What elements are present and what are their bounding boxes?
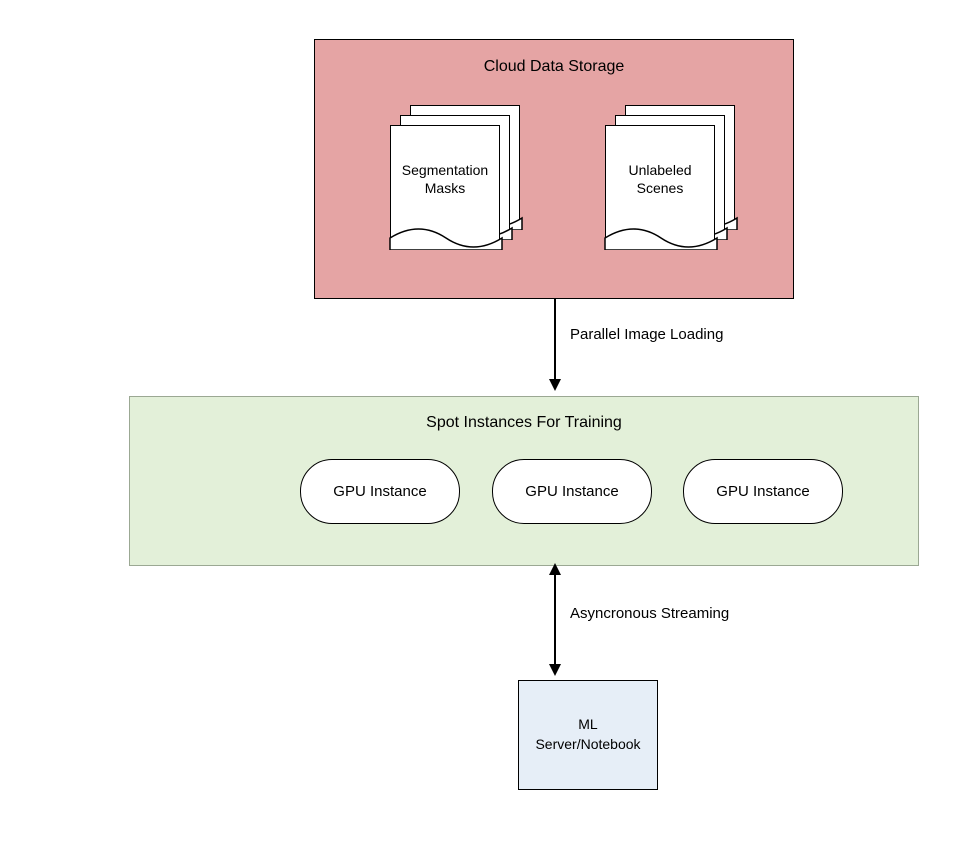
arrow-storage-to-training — [554, 299, 556, 379]
arrowhead-down-icon — [549, 379, 561, 391]
edge-label-parallel-loading: Parallel Image Loading — [570, 326, 723, 343]
unlabeled-scenes-docs: Unlabeled Scenes — [605, 105, 740, 245]
doc-page-icon: Unlabeled Scenes — [605, 125, 715, 250]
cloud-storage-title: Cloud Data Storage — [315, 58, 793, 76]
gpu-instance: GPU Instance — [683, 459, 843, 524]
gpu-instance: GPU Instance — [492, 459, 652, 524]
arrow-training-to-notebook — [554, 566, 556, 664]
segmentation-masks-docs: Segmentation Masks — [390, 105, 525, 245]
arrowhead-down-icon — [549, 664, 561, 676]
spot-instances-title: Spot Instances For Training — [130, 414, 918, 432]
cloud-data-storage-box: Cloud Data Storage Segmentation Masks Un… — [314, 39, 794, 299]
spot-instances-box: Spot Instances For Training GPU Instance… — [129, 396, 919, 566]
gpu-instance: GPU Instance — [300, 459, 460, 524]
edge-label-async-streaming: Asyncronous Streaming — [570, 605, 729, 622]
doc-label: Unlabeled Scenes — [606, 161, 714, 197]
ml-server-notebook-box: ML Server/Notebook — [518, 680, 658, 790]
doc-label: Segmentation Masks — [391, 161, 499, 197]
arrowhead-up-icon — [549, 563, 561, 575]
doc-page-icon: Segmentation Masks — [390, 125, 500, 250]
ml-notebook-label: ML Server/Notebook — [535, 715, 640, 754]
